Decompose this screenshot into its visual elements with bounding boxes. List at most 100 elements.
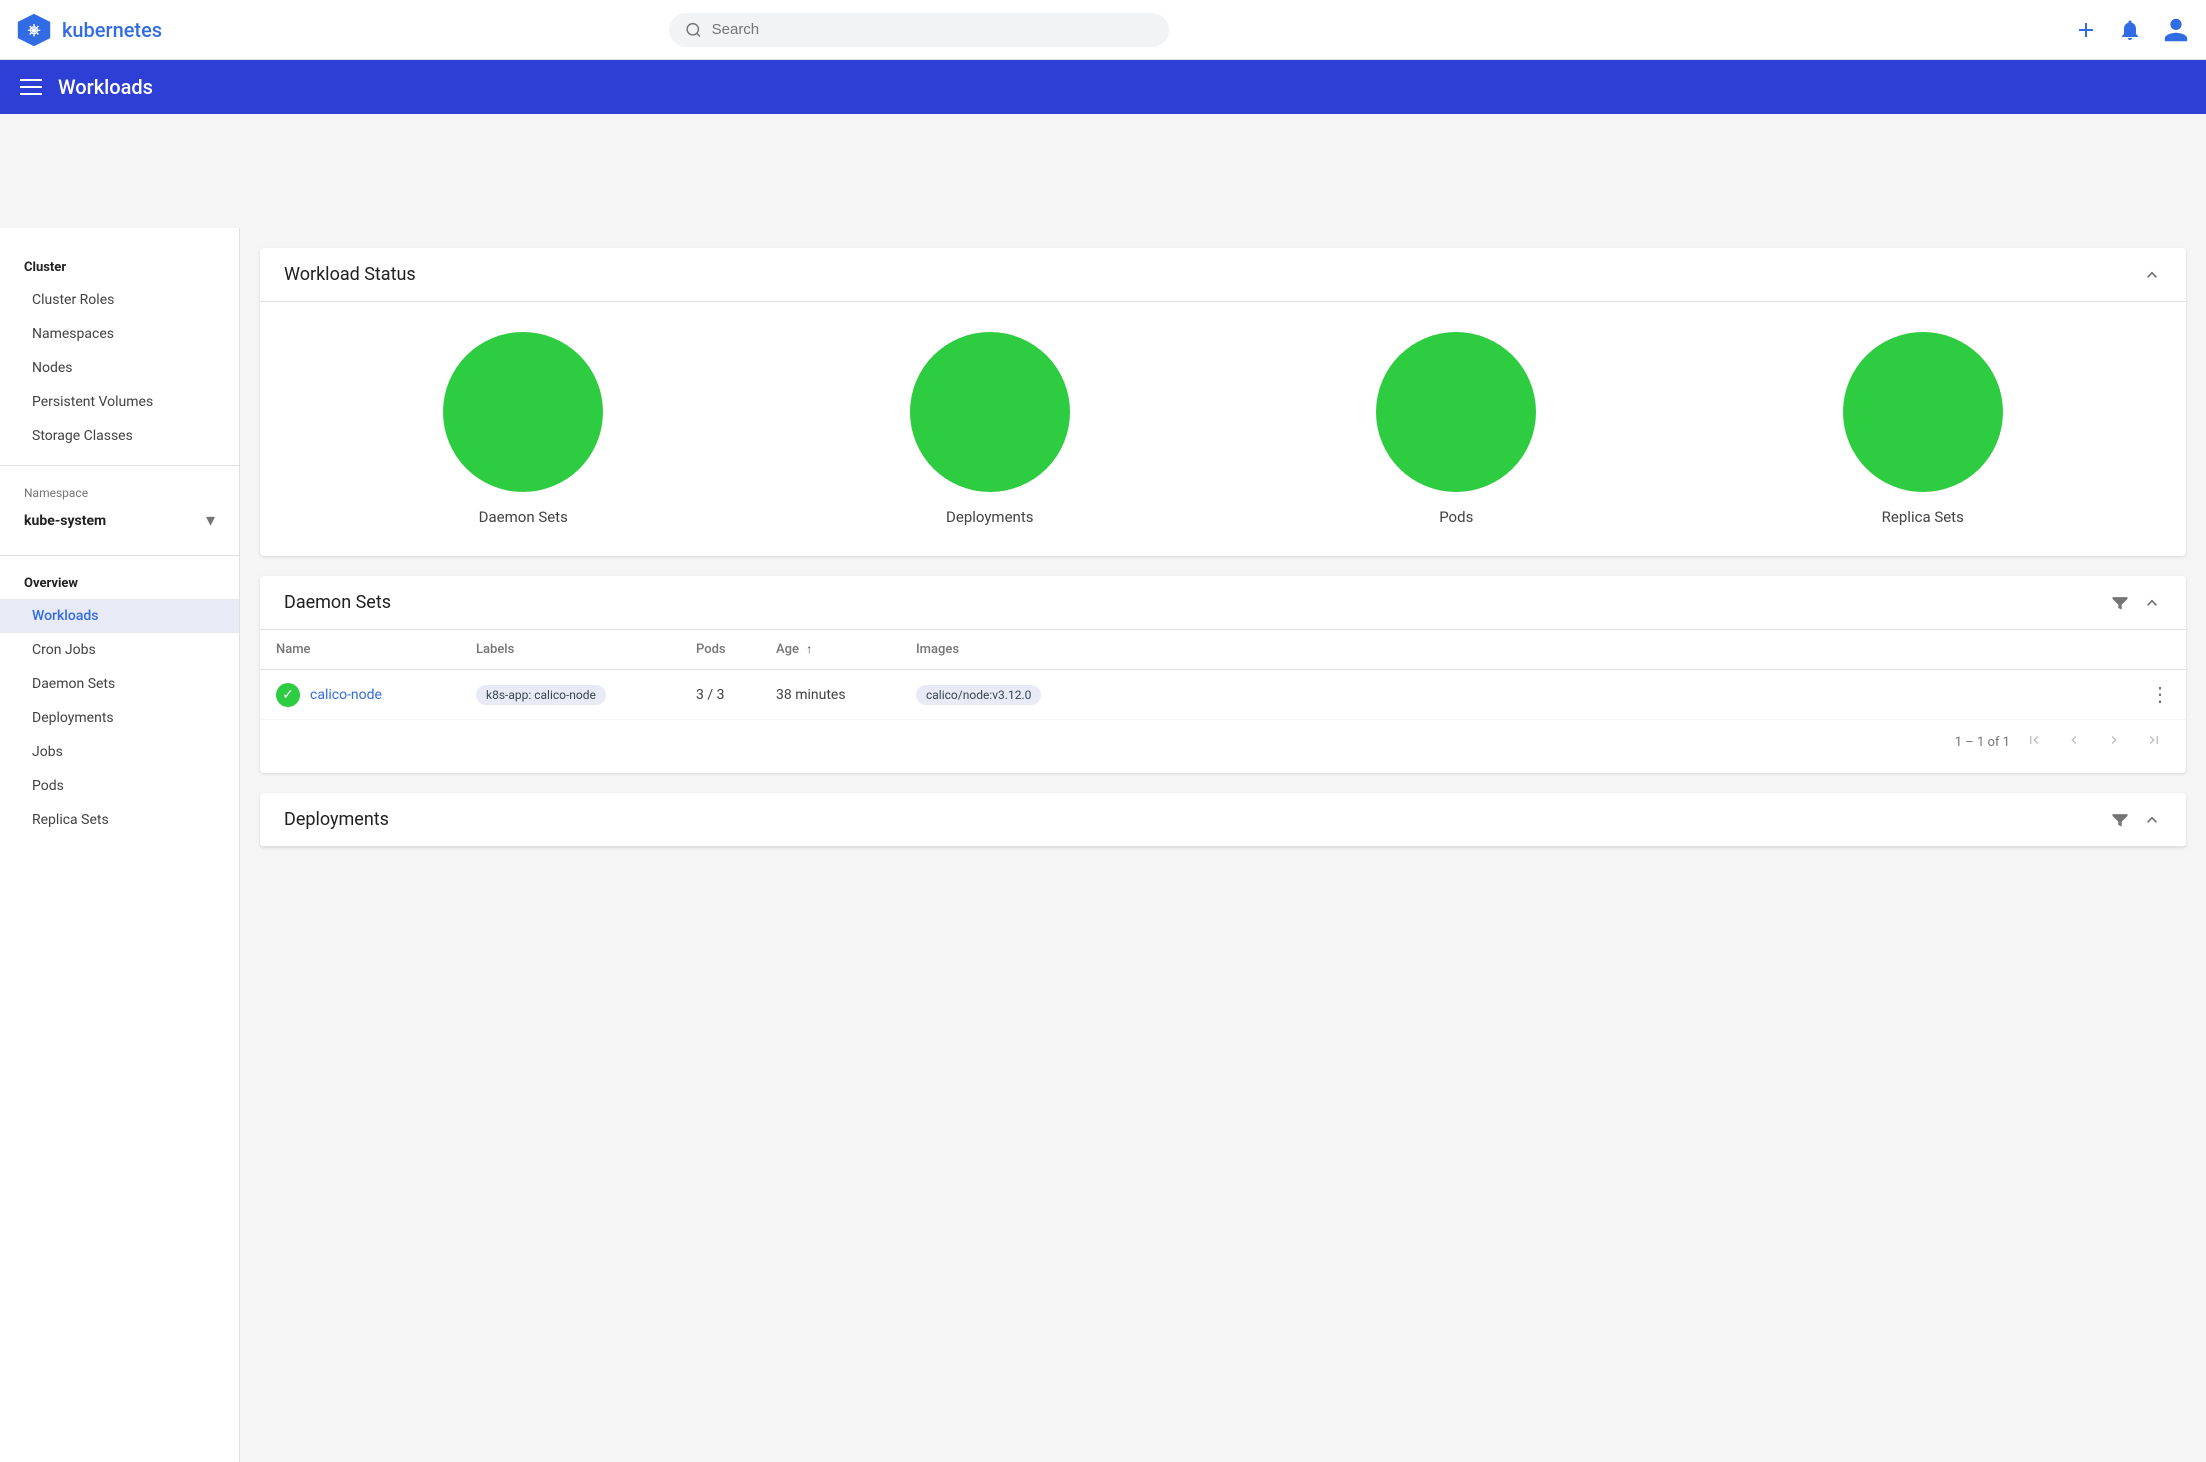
namespace-section: Namespace kube-system ▾ <box>0 478 239 543</box>
top-actions <box>2074 16 2190 44</box>
content-area: Workload Status Daemon Sets Deployme <box>240 228 2206 1462</box>
sort-age-icon: ↑ <box>806 642 812 656</box>
sidebar: Cluster Cluster Roles Namespaces Nodes P… <box>0 228 240 1462</box>
namespace-selector[interactable]: kube-system ▾ <box>24 506 215 535</box>
first-page-icon <box>2026 732 2042 748</box>
user-button[interactable] <box>2162 16 2190 44</box>
pods-label: Pods <box>1439 508 1473 526</box>
first-page-button[interactable] <box>2018 728 2050 757</box>
add-button[interactable] <box>2074 18 2098 42</box>
sidebar-item-namespaces[interactable]: Namespaces <box>0 317 239 351</box>
next-page-icon <box>2106 732 2122 748</box>
sidebar-item-storage-classes[interactable]: Storage Classes <box>0 419 239 453</box>
add-icon <box>2074 18 2098 42</box>
td-more: ⋮ <box>2134 670 2186 720</box>
bell-icon <box>2118 18 2142 42</box>
workload-status-actions <box>2142 265 2162 285</box>
filter-daemon-sets-button[interactable] <box>2110 593 2130 613</box>
prev-page-button[interactable] <box>2058 728 2090 757</box>
sidebar-divider-1 <box>0 465 239 466</box>
filter-icon <box>2110 593 2130 613</box>
deployments-title: Deployments <box>284 809 389 830</box>
daemon-sets-card: Daemon Sets <box>260 576 2186 773</box>
search-icon <box>685 21 702 39</box>
row-more-button[interactable]: ⋮ <box>2150 682 2170 707</box>
sidebar-item-jobs[interactable]: Jobs <box>0 735 239 769</box>
th-images: Images <box>900 630 2134 670</box>
sidebar-item-workloads[interactable]: Workloads <box>0 599 239 633</box>
collapse-workload-status-button[interactable] <box>2142 265 2162 285</box>
pagination: 1 – 1 of 1 <box>260 720 2186 765</box>
status-circle-replica-sets[interactable]: Replica Sets <box>1843 332 2003 526</box>
daemon-sets-label: Daemon Sets <box>479 508 568 526</box>
page-header: Workloads <box>0 60 2206 114</box>
row-status-name: ✓ calico-node <box>276 683 444 707</box>
logo-area: ⎈ kubernetes <box>16 12 216 48</box>
page-title: Workloads <box>58 75 153 99</box>
collapse-daemon-sets-button[interactable] <box>2142 593 2162 613</box>
daemon-sets-table-header-row: Name Labels Pods Age ↑ <box>260 630 2186 670</box>
td-name: ✓ calico-node <box>260 670 460 720</box>
chevron-down-icon: ▾ <box>206 510 215 531</box>
sidebar-item-daemon-sets[interactable]: Daemon Sets <box>0 667 239 701</box>
workload-status-title: Workload Status <box>284 264 416 285</box>
status-circles: Daemon Sets Deployments Pods Replica Set… <box>260 302 2186 556</box>
sidebar-item-deployments[interactable]: Deployments <box>0 701 239 735</box>
table-row: ✓ calico-node k8s-app: calico-node 3 / 3 <box>260 670 2186 720</box>
chevron-up-icon <box>2142 265 2162 285</box>
td-images: calico/node:v3.12.0 <box>900 670 2134 720</box>
sidebar-item-cron-jobs[interactable]: Cron Jobs <box>0 633 239 667</box>
sidebar-item-pods[interactable]: Pods <box>0 769 239 803</box>
status-check-icon: ✓ <box>276 683 300 707</box>
namespace-label: Namespace <box>24 486 215 500</box>
replica-sets-circle <box>1843 332 2003 492</box>
pagination-info: 1 – 1 of 1 <box>1955 735 2010 750</box>
logo-text: kubernetes <box>62 18 162 42</box>
th-age[interactable]: Age ↑ <box>760 630 900 670</box>
collapse-deployments-button[interactable] <box>2142 810 2162 830</box>
notifications-button[interactable] <box>2118 18 2142 42</box>
search-input[interactable] <box>712 21 1153 38</box>
chevron-up-icon-daemon <box>2142 593 2162 613</box>
main-layout: Cluster Cluster Roles Namespaces Nodes P… <box>0 228 2206 1462</box>
sidebar-divider-2 <box>0 555 239 556</box>
deployments-circle <box>910 332 1070 492</box>
deployments-header: Deployments <box>260 793 2186 847</box>
last-page-icon <box>2146 732 2162 748</box>
workload-status-card: Workload Status Daemon Sets Deployme <box>260 248 2186 556</box>
td-labels: k8s-app: calico-node <box>460 670 680 720</box>
sidebar-item-nodes[interactable]: Nodes <box>0 351 239 385</box>
pods-circle <box>1376 332 1536 492</box>
cluster-section-title: Cluster <box>0 252 239 283</box>
search-bar[interactable] <box>669 13 1169 47</box>
filter-deployments-button[interactable] <box>2110 810 2130 830</box>
daemon-sets-actions <box>2110 593 2162 613</box>
deployments-actions <box>2110 810 2162 830</box>
status-circle-pods[interactable]: Pods <box>1376 332 1536 526</box>
th-name: Name <box>260 630 460 670</box>
th-pods: Pods <box>680 630 760 670</box>
daemon-sets-circle <box>443 332 603 492</box>
kubernetes-logo-icon: ⎈ <box>16 12 52 48</box>
user-icon <box>2162 16 2190 44</box>
filter-deployments-icon <box>2110 810 2130 830</box>
overview-section-title: Overview <box>0 568 239 599</box>
sidebar-item-persistent-volumes[interactable]: Persistent Volumes <box>0 385 239 419</box>
status-circle-deployments[interactable]: Deployments <box>910 332 1070 526</box>
sidebar-item-cluster-roles[interactable]: Cluster Roles <box>0 283 239 317</box>
svg-text:⎈: ⎈ <box>28 20 41 39</box>
namespace-value: kube-system <box>24 513 106 529</box>
status-circle-daemon-sets[interactable]: Daemon Sets <box>443 332 603 526</box>
menu-button[interactable] <box>20 79 42 95</box>
replica-sets-label: Replica Sets <box>1882 508 1964 526</box>
deployments-card: Deployments <box>260 793 2186 847</box>
deployments-label: Deployments <box>946 508 1033 526</box>
chevron-up-icon-deployments <box>2142 810 2162 830</box>
prev-page-icon <box>2066 732 2082 748</box>
image-chip: calico/node:v3.12.0 <box>916 685 1041 705</box>
sidebar-item-replica-sets[interactable]: Replica Sets <box>0 803 239 837</box>
next-page-button[interactable] <box>2098 728 2130 757</box>
top-bar: ⎈ kubernetes <box>0 0 2206 60</box>
last-page-button[interactable] <box>2138 728 2170 757</box>
daemon-set-link[interactable]: calico-node <box>310 687 382 703</box>
